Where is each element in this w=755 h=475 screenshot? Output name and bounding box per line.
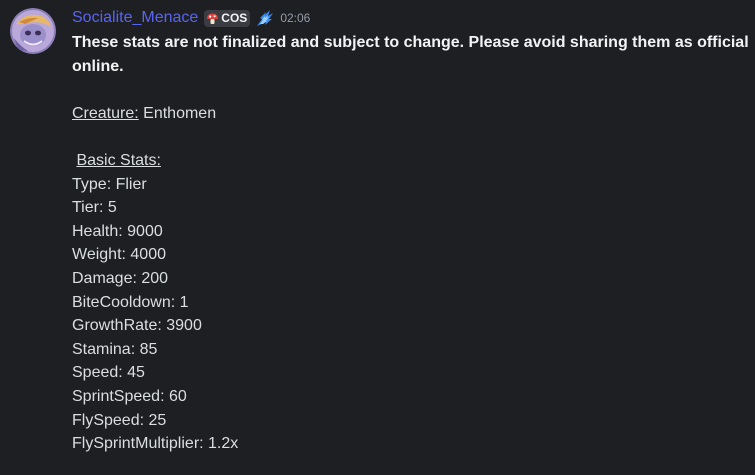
server-tag[interactable]: COS — [204, 9, 251, 27]
chat-message: Socialite_Menace COS 02:06 These stats a… — [0, 0, 755, 475]
stat-line: Weight: 4000 — [72, 246, 166, 264]
message-body: These stats are not finalized and subjec… — [72, 31, 749, 456]
basic-stats-heading-line: Basic Stats: — [72, 149, 749, 173]
stat-line: Speed: 45 — [72, 364, 145, 382]
avatar-image — [10, 8, 56, 54]
basic-stats-heading: Basic Stats: — [76, 151, 161, 169]
stat-line: SprintSpeed: 60 — [72, 387, 187, 405]
username[interactable]: Socialite_Menace — [72, 9, 198, 27]
stat-line: FlySpeed: 25 — [72, 411, 167, 429]
stat-line: Health: 9000 — [72, 222, 163, 240]
message-header: Socialite_Menace COS 02:06 — [72, 6, 749, 30]
creature-line: Creature: Enthomen — [72, 102, 749, 126]
disclaimer-text: These stats are not finalized and subjec… — [72, 34, 749, 75]
creature-value: Enthomen — [138, 104, 217, 122]
stat-line: Tier: 5 — [72, 199, 117, 217]
mushroom-icon — [206, 12, 219, 25]
server-tag-label: COS — [221, 11, 248, 25]
stat-line: Damage: 200 — [72, 269, 169, 287]
stat-line: Stamina: 85 — [72, 340, 158, 358]
stat-line: Type: Flier — [72, 175, 147, 193]
stat-line: FlySprintMultiplier: 1.2x — [72, 435, 239, 453]
avatar[interactable] — [10, 8, 56, 54]
message-content: Socialite_Menace COS 02:06 These stats a… — [72, 6, 749, 456]
creature-label: Creature: — [72, 104, 139, 122]
stat-line: BiteCooldown: 1 — [72, 293, 189, 311]
timestamp[interactable]: 02:06 — [280, 11, 310, 25]
blue-splash-icon[interactable] — [254, 7, 276, 29]
stat-line: GrowthRate: 3900 — [72, 317, 202, 335]
